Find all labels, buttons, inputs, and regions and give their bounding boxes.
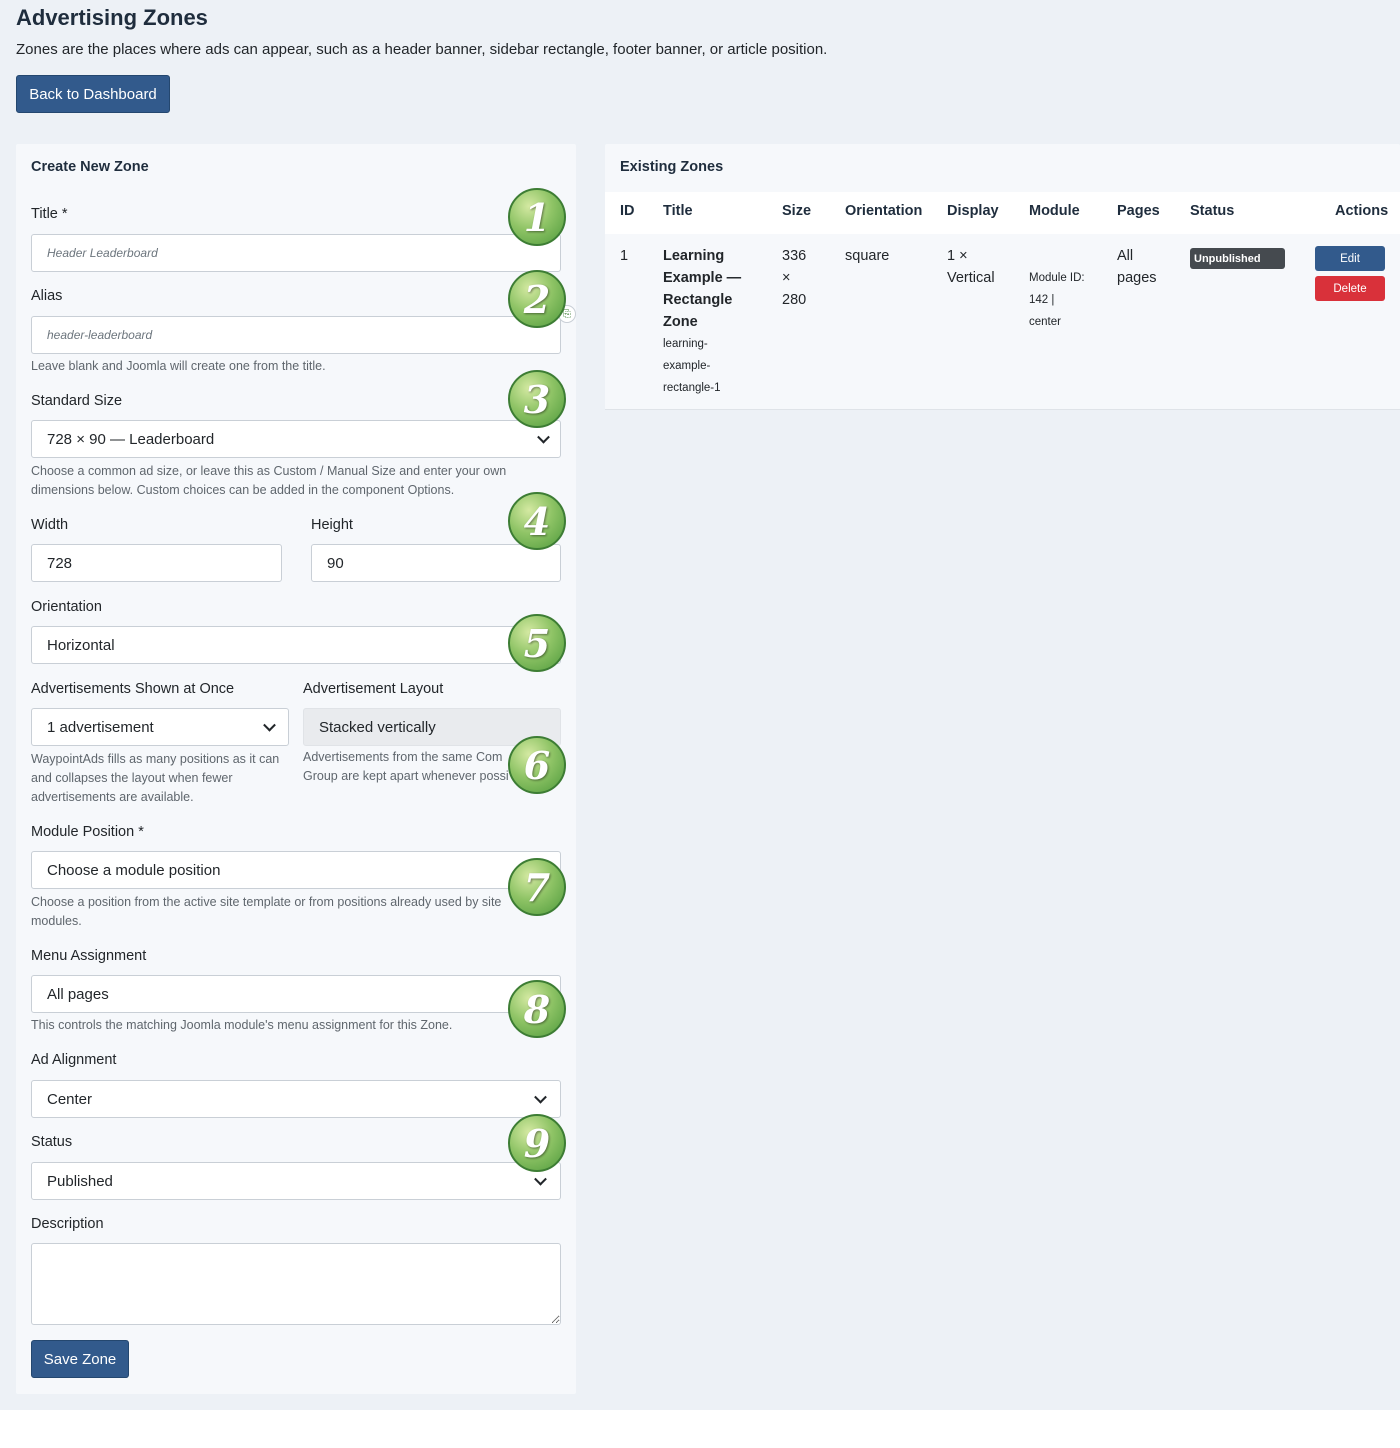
zone-title-line: Rectangle [663,292,733,308]
module-position-help-1: Choose a position from the active site t… [31,895,502,909]
standard-size-help-2: dimensions below. Custom choices can be … [31,483,455,497]
ads-shown-value: 1 advertisement [47,718,154,736]
column-header-id: ID [620,203,635,219]
page-intro: Zones are the places where ads can appea… [16,41,828,58]
page-title: Advertising Zones [16,5,208,30]
alias-help: Leave blank and Joomla will create one f… [31,359,326,373]
width-label: Width [31,517,69,533]
module-position-help-2: modules. [31,914,82,928]
layout-label: Advertisement Layout [303,681,444,697]
zone-pages-line: pages [1117,270,1157,286]
description-textarea[interactable] [31,1243,561,1325]
zone-title-line: Learning [663,248,725,264]
back-to-dashboard-button[interactable]: Back to Dashboard [16,75,170,113]
alignment-label: Ad Alignment [31,1052,117,1068]
zone-module-line: center [1029,316,1061,328]
zone-module-line: Module ID: [1029,272,1085,284]
alignment-value: Center [47,1090,93,1108]
status-label: Status [31,1134,73,1150]
edit-button[interactable]: Edit [1315,246,1385,271]
callout-badge: 7 [508,858,566,916]
zone-id: 1 [620,248,629,264]
alias-label: Alias [31,288,63,304]
standard-size-select[interactable]: 728 × 90 — Leaderboard [31,420,561,458]
alias-input[interactable]: header-leaderboard [31,316,561,354]
status-select[interactable]: Published [31,1162,561,1200]
menu-assignment-select[interactable]: All pages [31,975,561,1013]
column-header-status: Status [1190,203,1235,219]
chevron-down-icon [537,430,550,444]
zone-module-line: 142 | [1029,294,1055,306]
title-label: Title * [31,206,68,222]
save-zone-button[interactable]: Save Zone [31,1340,129,1378]
menu-assignment-label: Menu Assignment [31,948,147,964]
layout-help-2: Group are kept apart whenever possi [303,769,509,783]
callout-badge: 8 [508,980,566,1038]
zone-size-line: × [782,270,791,286]
height-input[interactable]: 90 [311,544,561,582]
callout-badge: 6 [508,736,566,794]
module-position-value: Choose a module position [47,861,221,879]
column-header-title: Title [663,203,693,219]
zone-alias-line: example- [663,360,711,372]
width-input[interactable]: 728 [31,544,282,582]
create-zone-heading: Create New Zone [31,159,149,175]
orientation-select[interactable]: Horizontal [31,626,561,664]
chevron-down-icon [534,1172,547,1186]
ads-shown-label: Advertisements Shown at Once [31,681,235,697]
callout-badge: 9 [508,1114,566,1172]
table-divider [605,409,1400,410]
description-label: Description [31,1216,104,1232]
title-input[interactable]: Header Leaderboard [31,234,561,272]
ads-shown-select[interactable]: 1 advertisement [31,708,289,746]
table-header [605,192,1400,234]
callout-badge: 5 [508,614,566,672]
module-position-select[interactable]: Choose a module position [31,851,561,889]
ads-shown-help-3: advertisements are available. [31,790,194,804]
zone-pages-line: All [1117,248,1134,264]
zone-title-line: Zone [663,314,698,330]
ads-shown-help-2: and collapses the layout when fewer [31,771,233,785]
column-header-module: Module [1029,203,1080,219]
column-header-display: Display [947,203,999,219]
zone-size-line: 336 [782,248,807,264]
callout-badge: 3 [508,370,566,428]
zone-alias-line: rectangle-1 [663,382,721,394]
ads-shown-help-1: WaypointAds fills as many positions as i… [31,752,280,766]
menu-assignment-help: This controls the matching Joomla module… [31,1018,453,1032]
module-position-label: Module Position * [31,824,144,840]
callout-badge: 4 [508,492,566,550]
zone-alias-line: learning- [663,338,708,350]
layout-help-1: Advertisements from the same Com [303,750,503,764]
standard-size-help-1: Choose a common ad size, or leave this a… [31,464,507,478]
chevron-down-icon [263,718,276,732]
chevron-down-icon [534,1090,547,1104]
delete-button[interactable]: Delete [1315,276,1385,301]
status-value: Published [47,1172,113,1190]
zone-orientation: square [845,248,890,264]
alignment-select[interactable]: Center [31,1080,561,1118]
height-label: Height [311,517,353,533]
zone-size-line: 280 [782,292,807,308]
zone-display-line: 1 × [947,248,968,264]
orientation-label: Orientation [31,599,102,615]
standard-size-label: Standard Size [31,393,123,409]
column-header-size: Size [782,203,812,219]
callout-badge: 2 [508,270,566,328]
menu-assignment-value: All pages [47,985,109,1003]
standard-size-value: 728 × 90 — Leaderboard [47,430,215,448]
column-header-actions: Actions [1335,203,1389,219]
zone-title-line: Example — [663,270,742,286]
status-badge: Unpublished [1190,248,1285,269]
column-header-pages: Pages [1117,203,1160,219]
callout-badge: 1 [508,188,566,246]
zone-display-line: Vertical [947,270,995,286]
orientation-value: Horizontal [47,636,115,654]
existing-zones-heading: Existing Zones [620,159,724,175]
column-header-orientation: Orientation [845,203,923,219]
